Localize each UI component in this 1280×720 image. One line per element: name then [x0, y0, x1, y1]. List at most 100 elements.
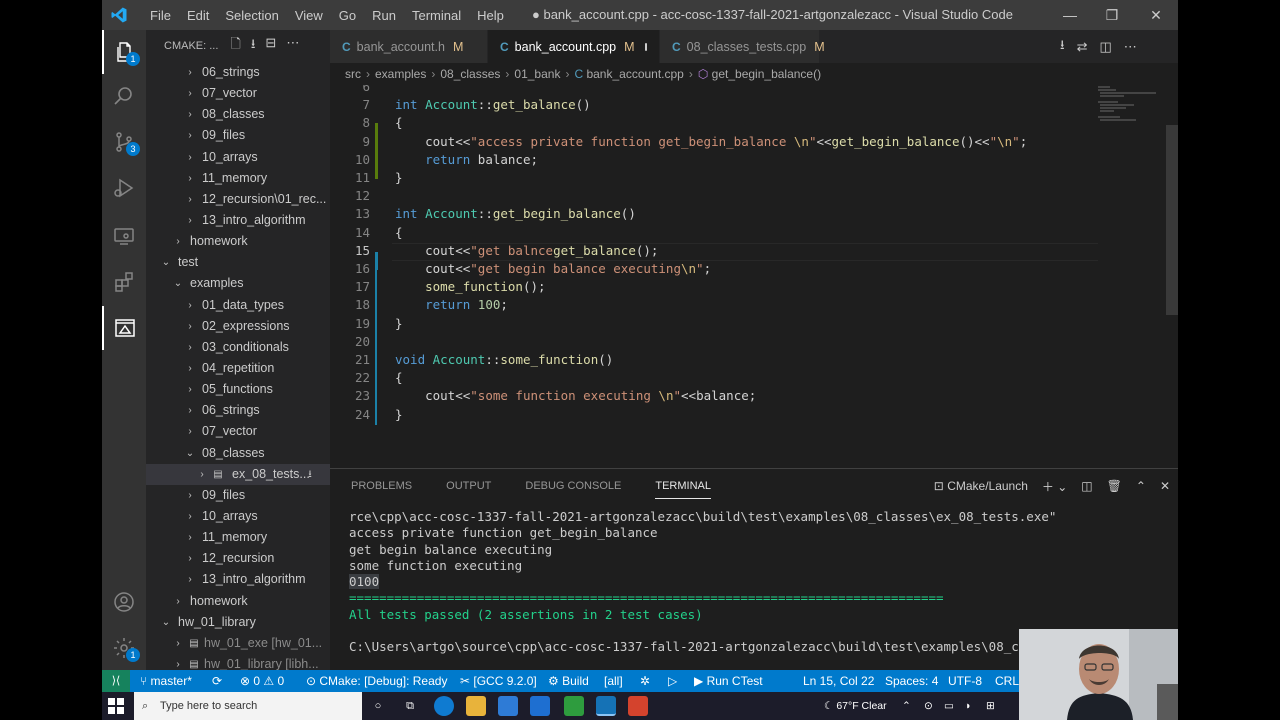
more-actions-icon[interactable]: ⋯: [286, 35, 299, 57]
tree-item[interactable]: › 13_intro_algorithm: [146, 210, 330, 231]
weather-widget[interactable]: ☾ 67°F Clear: [824, 692, 887, 720]
menu-terminal[interactable]: Terminal: [404, 8, 469, 23]
windows-start-icon[interactable]: [108, 698, 124, 714]
tree-item[interactable]: ⌄ 08_classes: [146, 443, 330, 464]
remote-indicator-icon[interactable]: ⟩⟨: [102, 670, 130, 692]
kill-terminal-icon[interactable]: 🗑: [1107, 479, 1122, 493]
minimap[interactable]: [1096, 85, 1166, 125]
tree-item[interactable]: › 07_vector: [146, 421, 330, 442]
clion-icon[interactable]: [628, 696, 648, 716]
maximize-panel-icon[interactable]: ⌃: [1136, 479, 1146, 493]
tree-item[interactable]: › ▤ hw_01_library [libh...: [146, 654, 330, 670]
remote-explorer-icon[interactable]: [102, 214, 146, 258]
cmake-status[interactable]: ⊙ CMake: [Debug]: Ready: [306, 670, 447, 692]
terminal-selector[interactable]: ⊡ CMake/Launch: [934, 479, 1028, 493]
close-icon[interactable]: ✕: [1134, 0, 1178, 30]
task-view-icon[interactable]: ⧉: [400, 696, 420, 716]
breadcrumb-item[interactable]: examples: [375, 67, 426, 81]
manage-gear-icon[interactable]: 1: [102, 626, 146, 670]
breadcrumb-item[interactable]: bank_account.cpp: [586, 67, 683, 81]
code-editor[interactable]: 6 7 int Account::get_balance() 8{9 cout<<"a…: [330, 85, 1178, 468]
vscode-taskbar-icon[interactable]: [596, 696, 616, 716]
panel-tab-debug-console[interactable]: DEBUG CONSOLE: [515, 469, 631, 503]
new-terminal-icon[interactable]: ＋ ⌄: [1042, 478, 1067, 495]
tree-item[interactable]: › 10_arrays: [146, 147, 330, 168]
problems-status[interactable]: ⊗ 0 ⚠ 0: [240, 670, 284, 692]
tab-bank-account-h[interactable]: Cbank_account.h M: [330, 30, 488, 63]
menu-run[interactable]: Run: [364, 8, 404, 23]
launch-icon[interactable]: ▷: [668, 670, 677, 692]
source-control-icon[interactable]: 3: [102, 120, 146, 164]
panel-tab-terminal[interactable]: TERMINAL: [645, 469, 721, 503]
minimize-icon[interactable]: —: [1048, 0, 1092, 30]
menu-help[interactable]: Help: [469, 8, 512, 23]
tree-item[interactable]: › 01_data_types: [146, 295, 330, 316]
tree-item[interactable]: › 08_classes: [146, 104, 330, 125]
tray-app-icon[interactable]: ⊙: [924, 692, 933, 720]
split-editor-icon[interactable]: ◫: [1099, 39, 1111, 55]
tree-item[interactable]: › ▤ hw_01_exe [hw_01...: [146, 633, 330, 654]
tree-item[interactable]: › 12_recursion\01_rec...: [146, 189, 330, 210]
tree-item[interactable]: › 07_vector: [146, 83, 330, 104]
tree-item[interactable]: › 02_expressions: [146, 316, 330, 337]
sync-icon[interactable]: ⟳: [212, 670, 222, 692]
breadcrumb-item[interactable]: src: [345, 67, 361, 81]
breadcrumb-item[interactable]: get_begin_balance(): [712, 67, 821, 81]
compare-icon[interactable]: ⇄: [1077, 39, 1088, 55]
tray-chevron-icon[interactable]: ⌃: [902, 692, 911, 720]
accounts-icon[interactable]: [102, 580, 146, 624]
language-icon[interactable]: ⊞: [986, 692, 995, 720]
tree-item[interactable]: › 05_functions: [146, 379, 330, 400]
cursor-position[interactable]: Ln 15, Col 22: [803, 670, 874, 692]
menu-selection[interactable]: Selection: [217, 8, 286, 23]
new-file-icon[interactable]: 🗋: [230, 35, 240, 57]
tree-item[interactable]: ⌄ examples: [146, 273, 330, 294]
build-target[interactable]: [all]: [604, 670, 623, 692]
volume-icon[interactable]: ◑: [964, 692, 970, 720]
tree-item[interactable]: ⌄ test: [146, 252, 330, 273]
tree-item[interactable]: › 09_files: [146, 485, 330, 506]
tree-item[interactable]: › 04_repetition: [146, 358, 330, 379]
close-panel-icon[interactable]: ✕: [1160, 479, 1170, 493]
search-icon[interactable]: [102, 74, 146, 118]
edge-icon[interactable]: [434, 696, 454, 716]
cmake-icon[interactable]: [102, 306, 146, 350]
download-icon[interactable]: ⭳: [1060, 36, 1065, 58]
encoding[interactable]: UTF-8: [948, 670, 982, 692]
mail-icon[interactable]: [530, 696, 550, 716]
more-icon[interactable]: ⋯: [1124, 39, 1137, 55]
tree-item[interactable]: › 12_recursion: [146, 548, 330, 569]
debug-icon[interactable]: ✲: [640, 670, 650, 692]
tree-item[interactable]: › 09_files: [146, 125, 330, 146]
taskbar-search[interactable]: ⌕ Type here to search: [134, 692, 362, 720]
panel-tab-output[interactable]: OUTPUT: [436, 469, 501, 503]
network-icon[interactable]: ▭: [944, 692, 954, 720]
tree-item[interactable]: › 11_memory: [146, 168, 330, 189]
restore-icon[interactable]: ❐: [1090, 0, 1134, 30]
cortana-icon[interactable]: ○: [368, 696, 388, 716]
tree-item[interactable]: › 03_conditionals: [146, 337, 330, 358]
tab-08-classes-tests-cpp[interactable]: C 08_classes_tests.cpp M: [660, 30, 825, 63]
tree-item[interactable]: › ▤ ⭳ ex_08_tests...: [146, 463, 330, 485]
unsaved-dot-icon[interactable]: [644, 42, 647, 51]
tree-item[interactable]: › 13_intro_algorithm: [146, 569, 330, 590]
menu-go[interactable]: Go: [331, 8, 364, 23]
menu-view[interactable]: View: [287, 8, 331, 23]
ctest-button[interactable]: ▶ Run CTest: [694, 670, 763, 692]
breadcrumb-item[interactable]: 08_classes: [440, 67, 500, 81]
indentation[interactable]: Spaces: 4: [885, 670, 938, 692]
breadcrumb-item[interactable]: 01_bank: [514, 67, 560, 81]
run-debug-icon[interactable]: [102, 166, 146, 210]
vertical-scrollbar[interactable]: [1166, 125, 1178, 315]
file-explorer-icon[interactable]: [466, 696, 486, 716]
tree-item[interactable]: › 06_strings: [146, 400, 330, 421]
build-button[interactable]: ⚙ Build: [548, 670, 589, 692]
explorer-icon[interactable]: 1: [102, 30, 146, 74]
tree-item[interactable]: › homework: [146, 231, 330, 252]
tree-item[interactable]: › 10_arrays: [146, 506, 330, 527]
panel-tab-problems[interactable]: PROBLEMS: [341, 469, 422, 503]
tab-bank-account-cpp[interactable]: Cbank_account.cpp M: [488, 30, 660, 63]
menu-file[interactable]: File: [142, 8, 179, 23]
codeblocks-icon[interactable]: [564, 696, 584, 716]
collapse-all-icon[interactable]: ⊟: [265, 35, 276, 57]
